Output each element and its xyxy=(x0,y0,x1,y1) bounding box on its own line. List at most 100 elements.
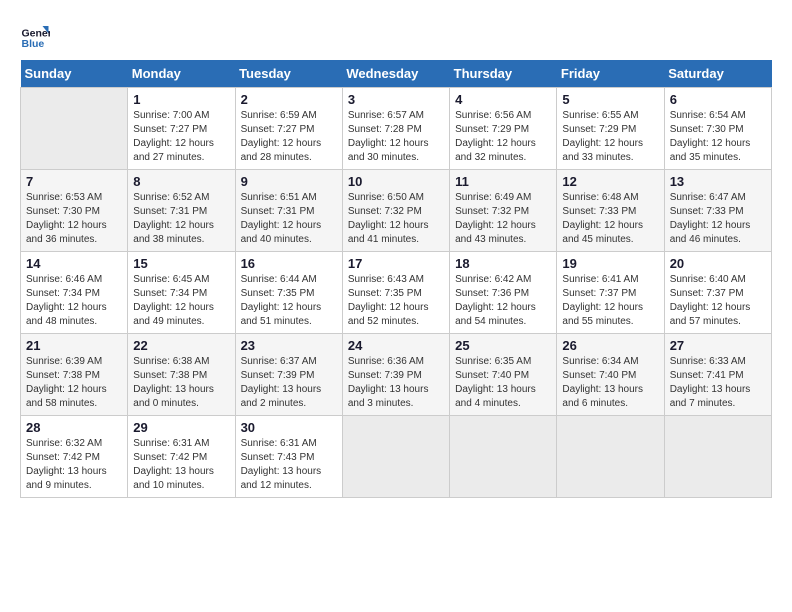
calendar-cell: 2 Sunrise: 6:59 AM Sunset: 7:27 PM Daylig… xyxy=(235,88,342,170)
day-number: 12 xyxy=(562,174,658,189)
week-row-4: 21 Sunrise: 6:39 AM Sunset: 7:38 PM Dayli… xyxy=(21,334,772,416)
calendar-cell: 22Sunrise: 6:38 AM Sunset: 7:38 PM Dayli… xyxy=(128,334,235,416)
day-header-friday: Friday xyxy=(557,60,664,88)
calendar-cell: 13Sunrise: 6:47 AM Sunset: 7:33 PM Dayli… xyxy=(664,170,771,252)
calendar-cell: 9 Sunrise: 6:51 AM Sunset: 7:31 PM Daylig… xyxy=(235,170,342,252)
day-info: Sunrise: 6:51 AM Sunset: 7:31 PM Dayligh… xyxy=(241,191,337,247)
calendar-cell: 24 Sunrise: 6:36 AM Sunset: 7:39 PM Dayli… xyxy=(342,334,449,416)
calendar-cell: 28 Sunrise: 6:32 AM Sunset: 7:42 PM Dayli… xyxy=(21,416,128,498)
day-info: Sunrise: 7:00 AM Sunset: 7:27 PM Dayligh… xyxy=(133,109,229,165)
calendar-cell: 12 Sunrise: 6:48 AM Sunset: 7:33 PM Dayli… xyxy=(557,170,664,252)
week-row-1: 1 Sunrise: 7:00 AM Sunset: 7:27 PM Daylig… xyxy=(21,88,772,170)
day-info: Sunrise: 6:44 AM Sunset: 7:35 PM Dayligh… xyxy=(241,273,337,329)
day-number: 17 xyxy=(348,256,444,271)
day-info: Sunrise: 6:59 AM Sunset: 7:27 PM Dayligh… xyxy=(241,109,337,165)
day-header-monday: Monday xyxy=(128,60,235,88)
day-number: 20 xyxy=(670,256,766,271)
day-header-tuesday: Tuesday xyxy=(235,60,342,88)
day-info: Sunrise: 6:31 AM Sunset: 7:42 PM Dayligh… xyxy=(133,437,229,493)
day-info: Sunrise: 6:53 AM Sunset: 7:30 PM Dayligh… xyxy=(26,191,122,247)
day-info: Sunrise: 6:38 AM Sunset: 7:38 PM Dayligh… xyxy=(133,355,229,411)
day-number: 24 xyxy=(348,338,444,353)
day-number: 15 xyxy=(133,256,229,271)
day-info: Sunrise: 6:55 AM Sunset: 7:29 PM Dayligh… xyxy=(562,109,658,165)
day-number: 5 xyxy=(562,92,658,107)
day-info: Sunrise: 6:45 AM Sunset: 7:34 PM Dayligh… xyxy=(133,273,229,329)
calendar-cell: 26Sunrise: 6:34 AM Sunset: 7:40 PM Dayli… xyxy=(557,334,664,416)
day-info: Sunrise: 6:46 AM Sunset: 7:34 PM Dayligh… xyxy=(26,273,122,329)
calendar-cell: 11 Sunrise: 6:49 AM Sunset: 7:32 PM Dayli… xyxy=(450,170,557,252)
day-number: 25 xyxy=(455,338,551,353)
day-number: 8 xyxy=(133,174,229,189)
day-number: 7 xyxy=(26,174,122,189)
day-info: Sunrise: 6:50 AM Sunset: 7:32 PM Dayligh… xyxy=(348,191,444,247)
calendar-cell: 5 Sunrise: 6:55 AM Sunset: 7:29 PM Daylig… xyxy=(557,88,664,170)
day-info: Sunrise: 6:41 AM Sunset: 7:37 PM Dayligh… xyxy=(562,273,658,329)
day-number: 14 xyxy=(26,256,122,271)
week-row-5: 28 Sunrise: 6:32 AM Sunset: 7:42 PM Dayli… xyxy=(21,416,772,498)
calendar-cell: 29Sunrise: 6:31 AM Sunset: 7:42 PM Dayli… xyxy=(128,416,235,498)
day-number: 10 xyxy=(348,174,444,189)
svg-text:Blue: Blue xyxy=(22,38,45,50)
day-header-wednesday: Wednesday xyxy=(342,60,449,88)
calendar-cell xyxy=(664,416,771,498)
day-info: Sunrise: 6:43 AM Sunset: 7:35 PM Dayligh… xyxy=(348,273,444,329)
calendar-cell xyxy=(21,88,128,170)
calendar-cell: 17 Sunrise: 6:43 AM Sunset: 7:35 PM Dayli… xyxy=(342,252,449,334)
day-number: 19 xyxy=(562,256,658,271)
calendar-cell xyxy=(342,416,449,498)
day-info: Sunrise: 6:40 AM Sunset: 7:37 PM Dayligh… xyxy=(670,273,766,329)
day-number: 30 xyxy=(241,420,337,435)
calendar-cell xyxy=(557,416,664,498)
day-number: 26 xyxy=(562,338,658,353)
page-header: General Blue xyxy=(20,20,772,50)
calendar-cell: 6Sunrise: 6:54 AM Sunset: 7:30 PM Daylig… xyxy=(664,88,771,170)
calendar-cell: 7 Sunrise: 6:53 AM Sunset: 7:30 PM Daylig… xyxy=(21,170,128,252)
day-number: 23 xyxy=(241,338,337,353)
calendar-cell: 10 Sunrise: 6:50 AM Sunset: 7:32 PM Dayli… xyxy=(342,170,449,252)
calendar-cell: 18 Sunrise: 6:42 AM Sunset: 7:36 PM Dayli… xyxy=(450,252,557,334)
calendar-cell: 14 Sunrise: 6:46 AM Sunset: 7:34 PM Dayli… xyxy=(21,252,128,334)
day-number: 2 xyxy=(241,92,337,107)
day-info: Sunrise: 6:48 AM Sunset: 7:33 PM Dayligh… xyxy=(562,191,658,247)
calendar-cell: 8 Sunrise: 6:52 AM Sunset: 7:31 PM Daylig… xyxy=(128,170,235,252)
calendar-cell: 15 Sunrise: 6:45 AM Sunset: 7:34 PM Dayli… xyxy=(128,252,235,334)
day-info: Sunrise: 6:49 AM Sunset: 7:32 PM Dayligh… xyxy=(455,191,551,247)
calendar-cell xyxy=(450,416,557,498)
day-number: 13 xyxy=(670,174,766,189)
day-number: 21 xyxy=(26,338,122,353)
day-info: Sunrise: 6:36 AM Sunset: 7:39 PM Dayligh… xyxy=(348,355,444,411)
day-info: Sunrise: 6:52 AM Sunset: 7:31 PM Dayligh… xyxy=(133,191,229,247)
day-info: Sunrise: 6:56 AM Sunset: 7:29 PM Dayligh… xyxy=(455,109,551,165)
day-number: 1 xyxy=(133,92,229,107)
day-info: Sunrise: 6:57 AM Sunset: 7:28 PM Dayligh… xyxy=(348,109,444,165)
calendar-cell: 19 Sunrise: 6:41 AM Sunset: 7:37 PM Dayli… xyxy=(557,252,664,334)
week-row-2: 7 Sunrise: 6:53 AM Sunset: 7:30 PM Daylig… xyxy=(21,170,772,252)
days-header-row: SundayMondayTuesdayWednesdayThursdayFrid… xyxy=(21,60,772,88)
day-number: 28 xyxy=(26,420,122,435)
calendar-cell: 20 Sunrise: 6:40 AM Sunset: 7:37 PM Dayli… xyxy=(664,252,771,334)
calendar-cell: 16 Sunrise: 6:44 AM Sunset: 7:35 PM Dayli… xyxy=(235,252,342,334)
day-info: Sunrise: 6:35 AM Sunset: 7:40 PM Dayligh… xyxy=(455,355,551,411)
day-number: 3 xyxy=(348,92,444,107)
logo: General Blue xyxy=(20,20,54,50)
day-number: 27 xyxy=(670,338,766,353)
week-row-3: 14 Sunrise: 6:46 AM Sunset: 7:34 PM Dayli… xyxy=(21,252,772,334)
logo-icon: General Blue xyxy=(20,20,50,50)
day-number: 18 xyxy=(455,256,551,271)
day-number: 6 xyxy=(670,92,766,107)
calendar-cell: 21 Sunrise: 6:39 AM Sunset: 7:38 PM Dayli… xyxy=(21,334,128,416)
day-number: 9 xyxy=(241,174,337,189)
day-info: Sunrise: 6:39 AM Sunset: 7:38 PM Dayligh… xyxy=(26,355,122,411)
day-number: 16 xyxy=(241,256,337,271)
day-number: 4 xyxy=(455,92,551,107)
day-info: Sunrise: 6:33 AM Sunset: 7:41 PM Dayligh… xyxy=(670,355,766,411)
day-info: Sunrise: 6:42 AM Sunset: 7:36 PM Dayligh… xyxy=(455,273,551,329)
day-number: 11 xyxy=(455,174,551,189)
calendar-cell: 23Sunrise: 6:37 AM Sunset: 7:39 PM Dayli… xyxy=(235,334,342,416)
calendar-cell: 27 Sunrise: 6:33 AM Sunset: 7:41 PM Dayli… xyxy=(664,334,771,416)
day-header-sunday: Sunday xyxy=(21,60,128,88)
day-header-thursday: Thursday xyxy=(450,60,557,88)
day-info: Sunrise: 6:32 AM Sunset: 7:42 PM Dayligh… xyxy=(26,437,122,493)
calendar-cell: 1 Sunrise: 7:00 AM Sunset: 7:27 PM Daylig… xyxy=(128,88,235,170)
